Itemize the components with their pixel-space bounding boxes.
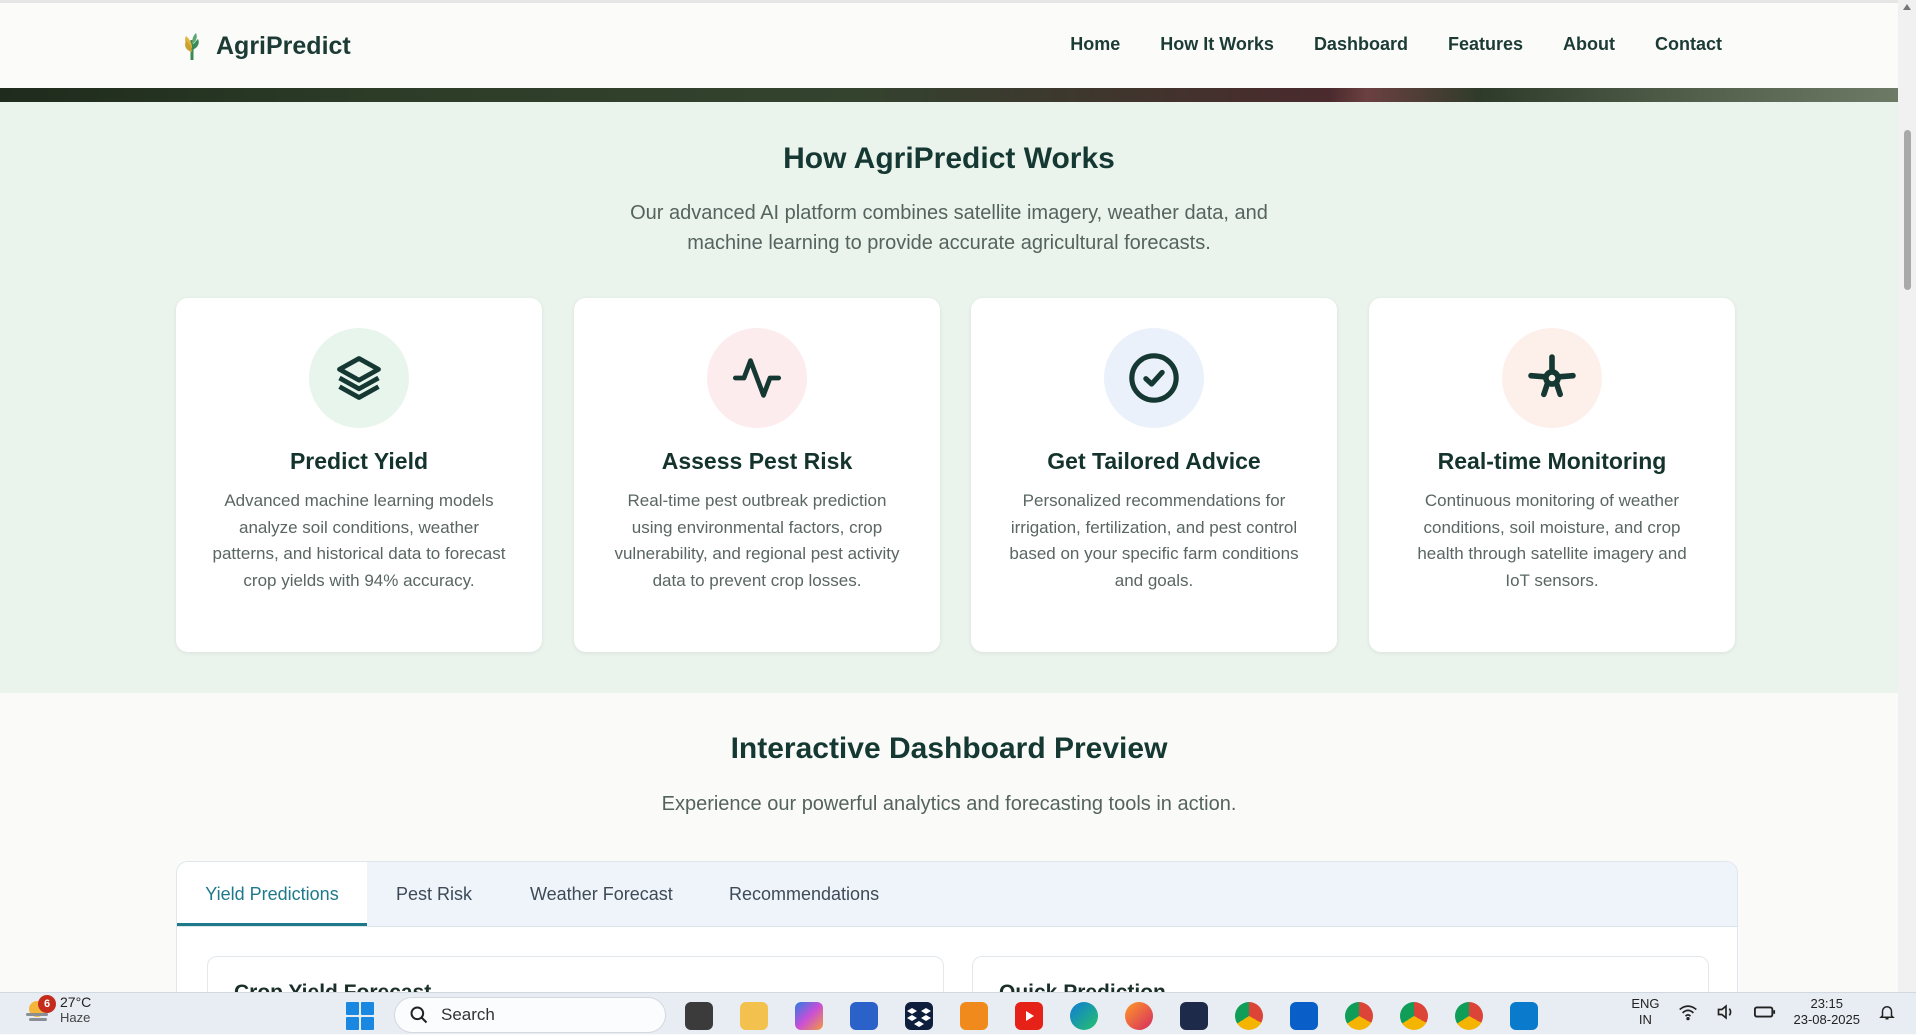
nav-how-it-works[interactable]: How It Works xyxy=(1160,34,1274,55)
dashboard-panel: Yield Predictions Pest Risk Weather Fore… xyxy=(176,861,1738,992)
vlc-icon[interactable] xyxy=(960,1002,988,1030)
dashboard-title: Interactive Dashboard Preview xyxy=(730,732,1168,765)
date-text: 23-08-2025 xyxy=(1793,1012,1861,1027)
feature-card-predict-yield: Predict Yield Advanced machine learning … xyxy=(176,298,542,652)
file-explorer-icon[interactable] xyxy=(740,1002,768,1030)
dropbox-icon[interactable] xyxy=(905,1002,933,1030)
notification-badge: 6 xyxy=(38,995,56,1013)
chrome-profile-3-icon[interactable] xyxy=(1400,1002,1428,1030)
dashboard-tabs: Yield Predictions Pest Risk Weather Fore… xyxy=(177,862,1737,927)
logo-text: AgriPredict xyxy=(216,31,351,60)
language-code: ENG xyxy=(1631,996,1660,1011)
vscode-icon[interactable] xyxy=(1510,1002,1538,1030)
tab-recommendations[interactable]: Recommendations xyxy=(729,862,879,926)
nav-home[interactable]: Home xyxy=(1070,34,1120,55)
feature-card-realtime-monitoring: Real-time Monitoring Continuous monitori… xyxy=(1369,298,1735,652)
card-title: Real-time Monitoring xyxy=(1437,448,1667,474)
card-text: Personalized recommendations for irrigat… xyxy=(1009,491,1299,590)
notification-bell-icon[interactable] xyxy=(1878,1002,1896,1022)
region-code: IN xyxy=(1638,1012,1652,1027)
clock[interactable]: 23:15 23-08-2025 xyxy=(1794,996,1861,1028)
search-placeholder: Search xyxy=(441,1005,495,1024)
youtube-icon[interactable] xyxy=(1015,1002,1043,1030)
copilot-icon[interactable] xyxy=(795,1002,823,1030)
tab-pest-risk[interactable]: Pest Risk xyxy=(396,862,472,926)
card-text: Continuous monitoring of weather conditi… xyxy=(1417,491,1687,590)
language-indicator[interactable]: ENG IN xyxy=(1631,996,1659,1028)
nav-contact[interactable]: Contact xyxy=(1655,34,1722,55)
card-title: Get Tailored Advice xyxy=(1047,448,1261,474)
logo[interactable]: AgriPredict xyxy=(180,30,351,62)
browser-viewport: AgriPredict Home How It Works Dashboard … xyxy=(0,0,1898,992)
nav-dashboard[interactable]: Dashboard xyxy=(1314,34,1408,55)
quick-prediction-card: Quick Prediction xyxy=(972,956,1709,992)
card-title: Assess Pest Risk xyxy=(661,448,853,474)
satellite-icon xyxy=(1502,328,1602,428)
wifi-icon[interactable] xyxy=(1678,1003,1698,1021)
scroll-thumb[interactable] xyxy=(1904,130,1911,290)
chrome-profile-2-icon[interactable] xyxy=(1345,1002,1373,1030)
tab-yield-predictions[interactable]: Yield Predictions xyxy=(177,862,367,926)
card-title: Crop Yield Forecast xyxy=(234,981,431,992)
time-text: 23:15 xyxy=(1810,996,1844,1011)
taskbar: 6 27°C Haze Search ENG IN 23:15 23-08-20… xyxy=(0,992,1916,1034)
weather-condition: Haze xyxy=(60,1010,91,1025)
ms-store-icon[interactable] xyxy=(850,1002,878,1030)
card-title: Quick Prediction xyxy=(999,981,1166,992)
weather-widget[interactable]: 6 27°C Haze xyxy=(22,995,91,1025)
outlook-icon[interactable] xyxy=(1290,1002,1318,1030)
card-text: Real-time pest outbreak prediction using… xyxy=(614,491,900,590)
nav-features[interactable]: Features xyxy=(1448,34,1523,55)
feature-card-pest-risk: Assess Pest Risk Real-time pest outbreak… xyxy=(574,298,940,652)
section-title: How AgriPredict Works xyxy=(783,142,1115,175)
scroll-up-arrow-icon[interactable] xyxy=(1903,4,1911,10)
layers-icon xyxy=(309,328,409,428)
how-it-works-section: How AgriPredict Works Our advanced AI pl… xyxy=(0,102,1898,693)
section-subtitle: Our advanced AI platform combines satell… xyxy=(630,202,1268,254)
tab-weather-forecast[interactable]: Weather Forecast xyxy=(530,862,673,926)
page-scrollbar[interactable] xyxy=(1898,0,1916,992)
search-icon xyxy=(410,1006,428,1024)
site-header: AgriPredict Home How It Works Dashboard … xyxy=(0,0,1898,88)
nav-about[interactable]: About xyxy=(1563,34,1615,55)
pulse-icon xyxy=(707,328,807,428)
dashboard-subtitle: Experience our powerful analytics and fo… xyxy=(661,793,1237,815)
taskbar-search[interactable]: Search xyxy=(394,997,666,1033)
hero-image-strip xyxy=(0,88,1898,102)
wheat-logo-icon xyxy=(185,33,199,60)
check-circle-icon xyxy=(1104,328,1204,428)
task-view-icon[interactable] xyxy=(685,1002,713,1030)
firefox-icon[interactable] xyxy=(1125,1002,1153,1030)
crop-yield-forecast-card: Crop Yield Forecast xyxy=(207,956,944,992)
volume-icon[interactable] xyxy=(1716,1003,1736,1021)
battery-icon[interactable] xyxy=(1753,1004,1776,1020)
weather-temperature: 27°C xyxy=(60,994,92,1010)
main-nav: Home How It Works Dashboard Features Abo… xyxy=(1070,34,1722,55)
card-title: Predict Yield xyxy=(289,448,429,474)
edge-icon[interactable] xyxy=(1070,1002,1098,1030)
system-tray: ENG IN 23:15 23-08-2025 xyxy=(1631,996,1896,1028)
windows-start-icon[interactable] xyxy=(346,1002,374,1030)
chrome-profile-1-icon[interactable] xyxy=(1235,1002,1263,1030)
card-text: Advanced machine learning models analyze… xyxy=(212,491,506,590)
app-dh-icon[interactable] xyxy=(1180,1002,1208,1030)
chrome-profile-4-icon[interactable] xyxy=(1455,1002,1483,1030)
feature-card-tailored-advice: Get Tailored Advice Personalized recomme… xyxy=(971,298,1337,652)
